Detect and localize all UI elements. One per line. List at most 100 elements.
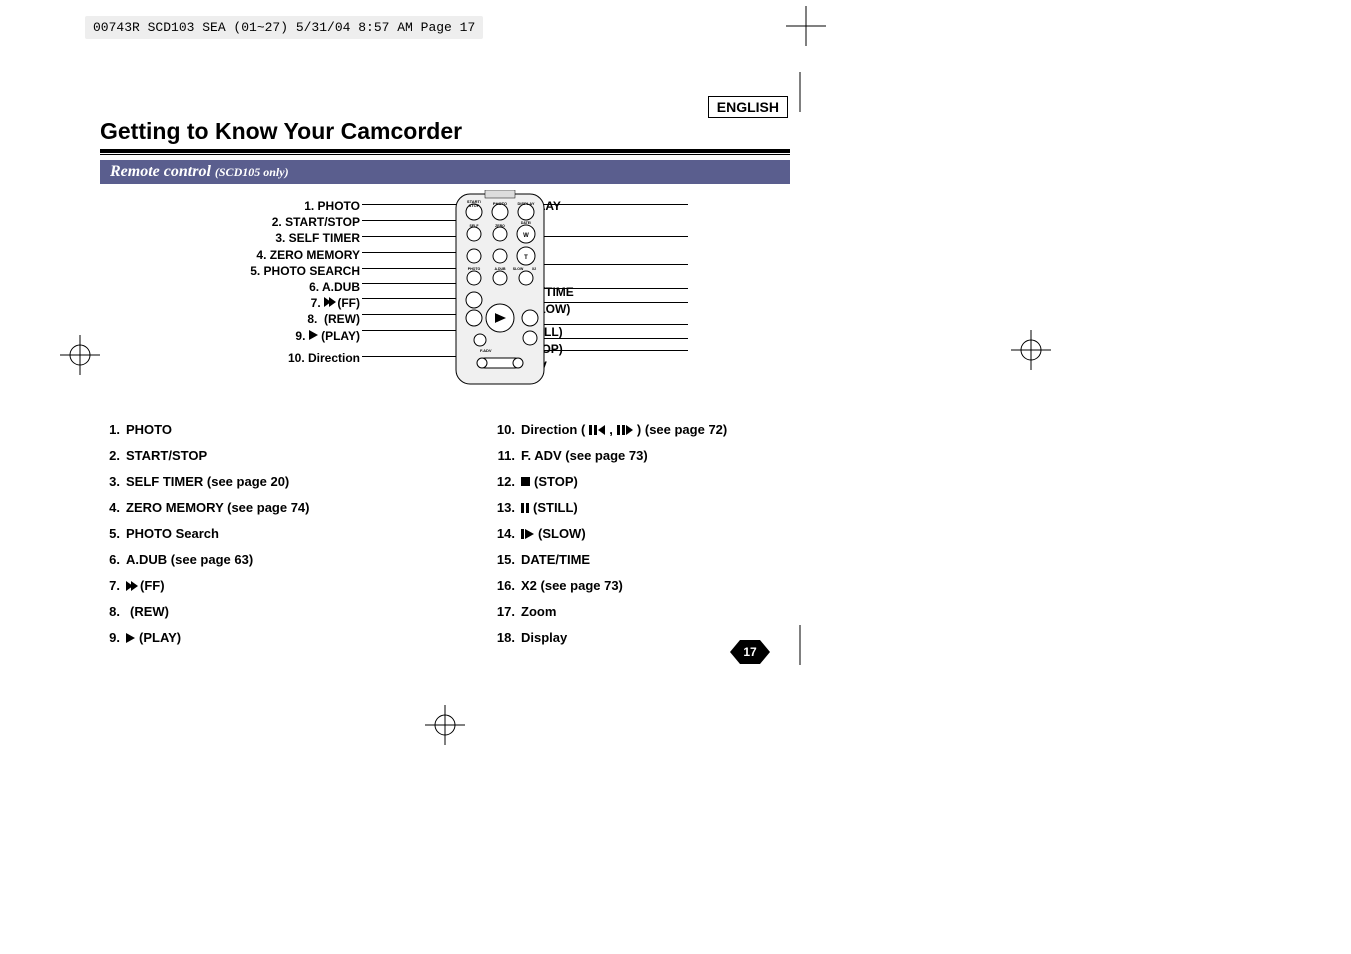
list-number: 13. (495, 500, 521, 515)
language-indicator: ENGLISH (708, 96, 788, 118)
list-label: (STILL) (521, 500, 578, 515)
leader-line (362, 236, 462, 237)
list-number: 5. (100, 526, 126, 541)
leader-line (526, 302, 688, 303)
play-icon (126, 633, 135, 643)
leader-line (540, 288, 688, 289)
leader-line (544, 264, 688, 265)
diagram-left-labels: 1. PHOTO 2. START/STOP 3. SELF TIMER 4. … (100, 196, 360, 366)
list-item: 17.Zoom (495, 604, 790, 619)
svg-text:F.ADV: F.ADV (480, 348, 492, 353)
list-number: 4. (100, 500, 126, 515)
list-label: (REW) (126, 604, 169, 619)
list-item: 4.ZERO MEMORY (see page 74) (100, 500, 395, 515)
list-number: 9. (100, 630, 126, 645)
list-number: 16. (495, 578, 521, 593)
callout-label: 2. START/STOP (100, 214, 360, 230)
callout-label: 5. PHOTO SEARCH (100, 263, 360, 279)
list-label: X2 (see page 73) (521, 578, 623, 593)
list-item: 3.SELF TIMER (see page 20) (100, 474, 395, 489)
leader-line (544, 236, 688, 237)
page-title: Getting to Know Your Camcorder (100, 118, 790, 145)
list-item: 1.PHOTO (100, 422, 395, 437)
list-label: PHOTO (126, 422, 172, 437)
play-icon (309, 330, 318, 340)
leader-line (534, 338, 688, 339)
title-rule-thin (100, 154, 790, 155)
list-label: Display (521, 630, 567, 645)
svg-text:PHOTO: PHOTO (468, 267, 481, 271)
callout-label: 7. (FF)7. (FF) (100, 295, 360, 311)
fast-forward-icon (324, 297, 334, 307)
feature-list-right: 10.Direction ( , ) (see page 72)11.F. AD… (495, 422, 790, 656)
callout-label: 4. ZERO MEMORY (100, 247, 360, 263)
list-label: A.DUB (see page 63) (126, 552, 253, 567)
svg-text:SLOW: SLOW (513, 267, 524, 271)
list-item: 13. (STILL) (495, 500, 790, 515)
callout-label: 1. PHOTO (100, 198, 360, 214)
list-label: DATE/TIME (521, 552, 590, 567)
leader-line (528, 204, 688, 205)
list-number: 12. (495, 474, 521, 489)
stop-icon (521, 477, 530, 486)
list-number: 6. (100, 552, 126, 567)
list-item: 15.DATE/TIME (495, 552, 790, 567)
list-item: 16.X2 (see page 73) (495, 578, 790, 593)
list-number: 15. (495, 552, 521, 567)
feature-list-grid: 1.PHOTO2.START/STOP3.SELF TIMER (see pag… (100, 422, 790, 656)
svg-text:X2: X2 (532, 267, 536, 271)
list-label: START/STOP (126, 448, 207, 463)
list-number: 11. (495, 448, 521, 463)
list-number: 7. (100, 578, 126, 593)
svg-text:ZERO: ZERO (495, 224, 505, 228)
subsection-header: Remote control (SCD105 only) (100, 160, 790, 184)
page-number: 17 (743, 645, 757, 659)
list-label: Direction ( , ) (see page 72) (521, 422, 727, 437)
list-item: 6.A.DUB (see page 63) (100, 552, 395, 567)
remote-diagram: 1. PHOTO 2. START/STOP 3. SELF TIMER 4. … (100, 196, 790, 406)
list-item: 10.Direction ( , ) (see page 72) (495, 422, 790, 437)
list-item: 5.PHOTO Search (100, 526, 395, 541)
list-number: 14. (495, 526, 521, 541)
leader-line (538, 324, 688, 325)
direction-right-icon (617, 425, 633, 435)
list-number: 10. (495, 422, 521, 437)
remote-control-icon: START/ STOP PHOTO DISPLAY W SELF ZERO DA… (450, 190, 550, 390)
list-item: 12. (STOP) (495, 474, 790, 489)
svg-text:A.DUB: A.DUB (494, 267, 506, 271)
list-item: 9. (PLAY) (100, 630, 395, 645)
list-number: 2. (100, 448, 126, 463)
slow-icon (521, 529, 534, 539)
list-label: F. ADV (see page 73) (521, 448, 648, 463)
callout-label: 8. (REW)8. (REW) (100, 311, 360, 327)
list-number: 3. (100, 474, 126, 489)
list-label: (FF) (126, 578, 165, 593)
registration-mark-icon (425, 705, 465, 745)
svg-text:PHOTO: PHOTO (493, 201, 507, 206)
callout-label: 3. SELF TIMER (100, 230, 360, 246)
list-label: SELF TIMER (see page 20) (126, 474, 289, 489)
list-number: 17. (495, 604, 521, 619)
list-label: (PLAY) (126, 630, 181, 645)
list-item: 11.F. ADV (see page 73) (495, 448, 790, 463)
list-number: 8. (100, 604, 126, 619)
list-label: PHOTO Search (126, 526, 219, 541)
leader-line (362, 220, 462, 221)
callout-label: 9. (PLAY)9. (PLAY) (100, 328, 360, 344)
list-item: 14. (SLOW) (495, 526, 790, 541)
feature-list-left: 1.PHOTO2.START/STOP3.SELF TIMER (see pag… (100, 422, 395, 656)
svg-text:DISPLAY: DISPLAY (518, 201, 535, 206)
svg-text:SELF: SELF (470, 224, 480, 228)
callout-label: 10. Direction (100, 350, 360, 366)
leader-line (362, 268, 462, 269)
subsection-label: Remote control (110, 163, 211, 180)
registration-mark-icon (60, 335, 100, 375)
title-rule (100, 149, 790, 153)
fast-forward-icon (126, 581, 136, 591)
svg-text:T: T (524, 255, 528, 261)
list-label: (SLOW) (521, 526, 586, 541)
pause-icon (521, 503, 529, 513)
list-number: 18. (495, 630, 521, 645)
list-item: 7. (FF) (100, 578, 395, 593)
callout-label: 6. A.DUB (100, 279, 360, 295)
